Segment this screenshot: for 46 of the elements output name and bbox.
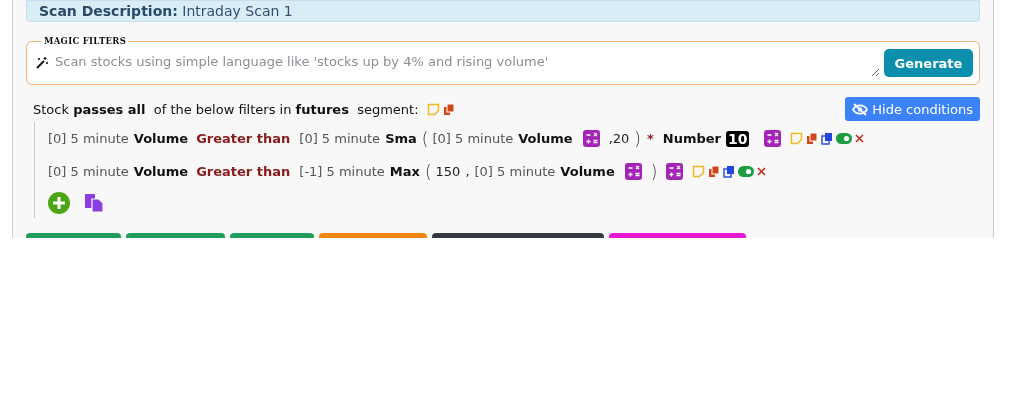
scan-description: Scan Description: Intraday Scan 1 [39,3,293,19]
calculator-icon[interactable] [624,163,642,180]
calculator-icon[interactable] [582,130,600,147]
offset-timeframe[interactable]: [0] 5 minute [299,131,381,146]
indicator-name[interactable]: Number [662,131,721,146]
magic-wand-icon [35,56,49,70]
parenthesis: ) [634,128,641,149]
generate-button[interactable]: Generate [884,49,973,77]
duplicate-icon[interactable] [723,165,736,178]
toggle-switch[interactable] [738,166,755,177]
parenthesis: ) [650,161,658,182]
offset-timeframe[interactable]: [-1] 5 minute [299,164,385,179]
indicator-name[interactable]: Volume [518,131,573,146]
magic-filters-legend: MAGIC FILTERS [42,36,129,46]
delete-icon[interactable] [855,134,865,143]
filter-summary: Stock passes all of the below filters in futures segment: [33,101,419,117]
operator[interactable]: Greater than [196,164,291,179]
duplicate-icon[interactable] [821,132,834,145]
offset-timeframe[interactable]: [0] 5 minute [48,164,129,179]
indicator-name[interactable]: Max [389,164,420,179]
delete-icon[interactable] [757,167,767,176]
offset-timeframe[interactable]: [0] 5 minute [474,164,556,179]
parameter-value[interactable]: , [465,164,470,179]
eye-slash-icon [852,102,869,116]
toggle-switch[interactable] [836,133,853,144]
offset-timeframe[interactable]: [0] 5 minute [48,131,129,146]
add-icon[interactable] [48,192,70,214]
paste-icon[interactable] [84,193,104,213]
parenthesis: ( [424,161,432,182]
copy-icon[interactable] [806,132,819,145]
number-value[interactable]: 10 [726,130,750,147]
multiply-operator[interactable]: * [646,131,654,146]
indicator-name[interactable]: Volume [560,164,615,179]
calculator-icon[interactable] [764,130,782,147]
parameter-value[interactable]: ,20 [608,131,630,146]
offset-timeframe[interactable]: [0] 5 minute [432,131,514,146]
indicator-name[interactable]: Volume [133,131,189,146]
copy-icon[interactable] [708,165,721,178]
operator[interactable]: Greater than [196,131,291,146]
hide-conditions-button[interactable]: Hide conditions [845,97,980,121]
indicator-name[interactable]: Volume [133,164,189,179]
copy-icon[interactable] [442,102,455,116]
parenthesis: ( [421,128,429,149]
calculator-icon[interactable] [666,163,684,180]
indicator-name[interactable]: Sma [385,131,417,146]
parameter-value[interactable]: 150 [435,164,461,179]
